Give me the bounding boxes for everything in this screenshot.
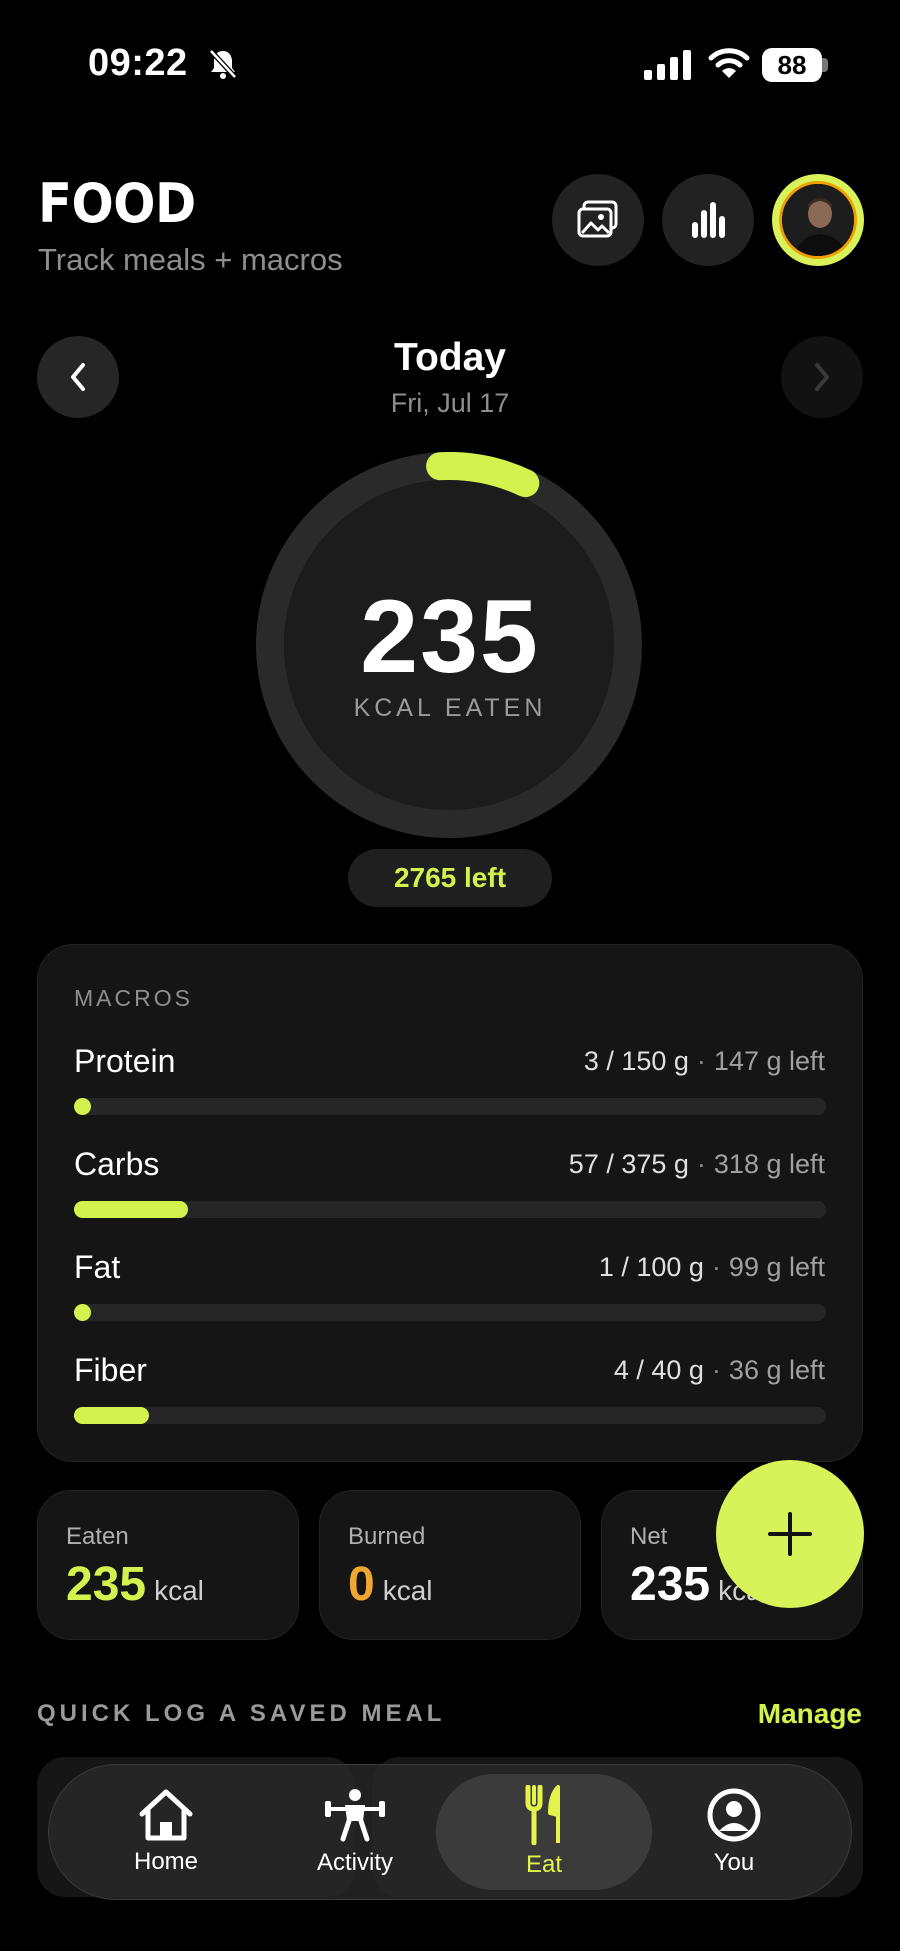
macro-fill-protein bbox=[74, 1098, 91, 1115]
manage-link[interactable]: Manage bbox=[758, 1698, 862, 1730]
macro-track-carbs bbox=[74, 1201, 826, 1218]
tab-home[interactable]: Home bbox=[76, 1764, 256, 1900]
tab-you[interactable]: You bbox=[644, 1764, 824, 1900]
calories-eaten-label: KCAL EATEN bbox=[353, 694, 547, 722]
profile-icon bbox=[707, 1788, 761, 1842]
tab-activity[interactable]: Activity bbox=[265, 1764, 445, 1900]
date-subtitle: Fri, Jul 17 bbox=[390, 388, 510, 418]
stat-label-eaten: Eaten bbox=[66, 1523, 129, 1550]
macro-name-carbs: Carbs bbox=[74, 1146, 160, 1182]
macro-track-fat bbox=[74, 1304, 826, 1321]
macro-track-fiber bbox=[74, 1407, 826, 1424]
calories-eaten-value: 235 bbox=[360, 579, 540, 695]
calories-left-badge: 2765 left bbox=[348, 849, 552, 907]
avatar-button[interactable] bbox=[772, 174, 864, 266]
tab-label-home: Home bbox=[133, 1848, 199, 1875]
stat-value-net: 235 bbox=[630, 1558, 711, 1611]
stat-value-burned-row: 0 kcal bbox=[348, 1557, 433, 1612]
stat-card-eaten: Eaten 235 kcal bbox=[37, 1490, 299, 1640]
avatar bbox=[779, 181, 857, 259]
macro-name-protein: Protein bbox=[74, 1043, 176, 1079]
status-time: 09:22 bbox=[88, 42, 188, 84]
macro-fill-carbs bbox=[74, 1201, 189, 1218]
tab-label-eat: Eat bbox=[525, 1851, 563, 1878]
page-title: FOOD bbox=[38, 172, 196, 235]
battery-nub bbox=[822, 58, 828, 72]
macro-value-carbs: 57 / 375 g · 318 g left bbox=[568, 1149, 825, 1179]
battery-indicator: 88 bbox=[762, 48, 822, 82]
tab-label-you: You bbox=[713, 1849, 755, 1876]
page-subtitle: Track meals + macros bbox=[38, 242, 343, 277]
bar-chart-icon bbox=[692, 202, 725, 238]
fork-knife-icon bbox=[525, 1785, 560, 1845]
macro-value-fiber: 4 / 40 g · 36 g left bbox=[613, 1355, 825, 1385]
stat-value-eaten: 235 bbox=[66, 1558, 147, 1611]
stat-card-burned: Burned 0 kcal bbox=[319, 1490, 581, 1640]
macro-track-protein bbox=[74, 1098, 826, 1115]
chevron-right-icon bbox=[815, 363, 829, 391]
stat-value-burned: 0 bbox=[348, 1558, 375, 1611]
stat-unit-eaten: kcal bbox=[154, 1575, 204, 1606]
bell-muted-icon bbox=[209, 49, 237, 79]
add-food-button[interactable] bbox=[716, 1460, 864, 1608]
wifi-icon bbox=[708, 48, 750, 78]
signal-icon bbox=[644, 50, 691, 80]
stat-unit-burned: kcal bbox=[382, 1575, 433, 1606]
quick-log-heading: QUICK LOG A SAVED MEAL bbox=[37, 1700, 446, 1727]
home-icon bbox=[139, 1789, 193, 1841]
macro-name-fiber: Fiber bbox=[74, 1352, 147, 1388]
macro-fill-fat bbox=[74, 1304, 91, 1321]
macros-heading: MACROS bbox=[74, 985, 193, 1011]
next-day-button[interactable] bbox=[781, 336, 863, 418]
image-icon bbox=[577, 200, 618, 238]
tab-eat[interactable]: Eat bbox=[454, 1764, 634, 1900]
macro-fill-fiber bbox=[74, 1407, 150, 1424]
photo-log-button[interactable] bbox=[552, 174, 644, 266]
plus-icon bbox=[768, 1512, 812, 1556]
stat-label-net: Net bbox=[630, 1523, 668, 1550]
macro-value-protein: 3 / 150 g · 147 g left bbox=[583, 1046, 825, 1076]
activity-icon bbox=[325, 1789, 385, 1842]
macro-name-fat: Fat bbox=[74, 1249, 121, 1285]
macro-value-fat: 1 / 100 g · 99 g left bbox=[598, 1252, 825, 1282]
stat-label-burned: Burned bbox=[348, 1523, 426, 1550]
stat-value-eaten-row: 235 kcal bbox=[66, 1557, 204, 1612]
stats-button[interactable] bbox=[662, 174, 754, 266]
tab-label-activity: Activity bbox=[316, 1849, 393, 1876]
date-title: Today bbox=[394, 336, 506, 379]
